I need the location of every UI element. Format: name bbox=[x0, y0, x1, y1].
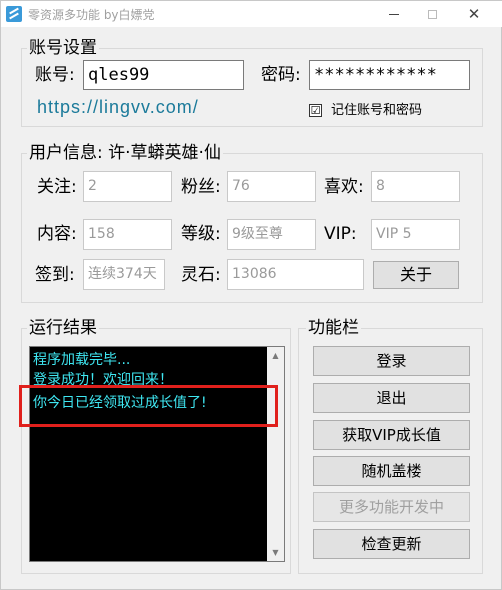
app-window: 零资源多功能 by白嫖党 ✕ 账号设置 账号: qles99 密码: *****… bbox=[0, 0, 502, 590]
content-label: 内容: bbox=[37, 224, 77, 244]
window-title: 零资源多功能 by白嫖党 bbox=[28, 8, 155, 22]
level-value: 9级至尊 bbox=[227, 219, 316, 250]
maximize-icon bbox=[427, 9, 437, 19]
user-info-title: 用户信息: 许·草蟒英雄·仙 bbox=[27, 143, 223, 163]
log-scrollbar[interactable]: ▲ ▼ bbox=[267, 347, 284, 561]
checkin-label: 签到: bbox=[35, 265, 75, 285]
fans-value: 76 bbox=[227, 171, 316, 202]
vip-value: VIP 5 bbox=[371, 219, 460, 250]
minimize-button[interactable] bbox=[376, 1, 412, 27]
results-log[interactable]: 程序加载完毕... 登录成功！欢迎回来！ 你今日已经领取过成长值了! ▲ ▼ bbox=[29, 346, 285, 562]
close-icon: ✕ bbox=[467, 4, 481, 23]
app-logo-icon bbox=[6, 6, 22, 22]
vip-label: VIP: bbox=[324, 224, 357, 244]
username-input[interactable]: qles99 bbox=[83, 60, 244, 90]
scroll-up-icon[interactable]: ▲ bbox=[267, 347, 284, 364]
login-button[interactable]: 登录 bbox=[313, 346, 470, 376]
password-label: 密码: bbox=[261, 65, 301, 85]
fans-label: 粉丝: bbox=[181, 177, 221, 197]
likes-label: 喜欢: bbox=[324, 177, 364, 197]
checkin-value: 连续374天 bbox=[83, 259, 165, 290]
scroll-down-icon[interactable]: ▼ bbox=[267, 544, 284, 561]
content-value: 158 bbox=[83, 219, 172, 250]
level-label: 等级: bbox=[181, 224, 221, 244]
about-button[interactable]: 关于 bbox=[373, 261, 459, 289]
random-post-button[interactable]: 随机盖楼 bbox=[313, 456, 470, 486]
logout-button[interactable]: 退出 bbox=[313, 383, 470, 413]
log-line: 程序加载完毕... bbox=[33, 352, 131, 368]
close-button[interactable]: ✕ bbox=[456, 1, 492, 27]
more-features-button: 更多功能开发中 bbox=[313, 492, 470, 522]
title-bar[interactable]: 零资源多功能 by白嫖党 ✕ bbox=[1, 1, 502, 27]
spirit-stone-value: 13086 bbox=[227, 259, 364, 290]
maximize-button[interactable] bbox=[414, 1, 450, 27]
spirit-stone-label: 灵石: bbox=[181, 265, 221, 285]
highlight-annotation bbox=[19, 385, 278, 427]
get-vip-growth-button[interactable]: 获取VIP成长值 bbox=[313, 420, 470, 450]
account-settings-title: 账号设置 bbox=[27, 38, 99, 58]
check-update-button[interactable]: 检查更新 bbox=[313, 529, 470, 559]
results-title: 运行结果 bbox=[27, 318, 99, 338]
minimize-icon bbox=[389, 13, 399, 15]
remember-checkbox[interactable]: ☑ bbox=[309, 104, 322, 117]
remember-label[interactable]: 记住账号和密码 bbox=[331, 102, 422, 120]
username-label: 账号: bbox=[35, 65, 75, 85]
password-input[interactable]: ************ bbox=[309, 60, 470, 90]
website-link[interactable]: https://lingvv.com/ bbox=[37, 96, 199, 118]
follow-value: 2 bbox=[83, 171, 172, 202]
follow-label: 关注: bbox=[37, 177, 77, 197]
likes-value: 8 bbox=[371, 171, 460, 202]
functions-title: 功能栏 bbox=[306, 318, 361, 338]
